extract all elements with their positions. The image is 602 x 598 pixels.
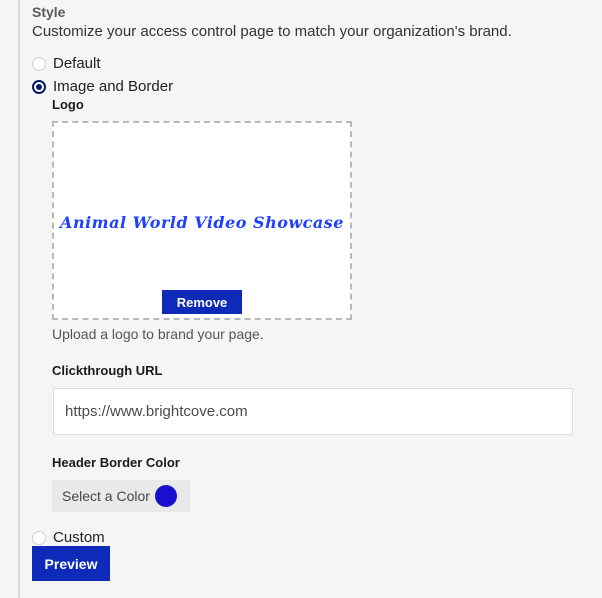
radio-custom-label: Custom [53, 529, 105, 546]
section-description: Customize your access control page to ma… [32, 23, 512, 40]
section-title: Style [32, 4, 66, 20]
color-swatch [155, 485, 177, 507]
remove-logo-button[interactable]: Remove [162, 290, 242, 314]
select-color-button[interactable]: Select a Color [52, 480, 190, 512]
radio-image-and-border-label: Image and Border [53, 78, 174, 95]
radio-option-image-and-border[interactable]: Image and Border [32, 78, 173, 95]
header-border-color-label: Header Border Color [52, 455, 180, 470]
radio-option-default[interactable]: Default [32, 55, 101, 72]
logo-image: Animal World Video Showcase [57, 207, 347, 237]
logo-label: Logo [52, 97, 84, 112]
radio-image-and-border[interactable] [32, 79, 46, 94]
radio-selected-dot [36, 83, 42, 90]
logo-dropzone[interactable]: Animal World Video Showcase Remove [52, 121, 352, 320]
radio-default[interactable] [32, 56, 46, 71]
clickthrough-url-label: Clickthrough URL [52, 363, 163, 378]
radio-default-label: Default [53, 55, 101, 72]
radio-custom[interactable] [32, 530, 46, 545]
radio-option-custom[interactable]: Custom [32, 529, 105, 546]
access-control-style-panel: Style Customize your access control page… [0, 0, 602, 598]
select-color-label: Select a Color [62, 488, 150, 504]
left-divider [18, 0, 20, 598]
clickthrough-url-input[interactable] [53, 388, 573, 435]
preview-button[interactable]: Preview [32, 546, 110, 581]
logo-image-text: Animal World Video Showcase [60, 212, 344, 232]
logo-helper-text: Upload a logo to brand your page. [52, 326, 264, 342]
